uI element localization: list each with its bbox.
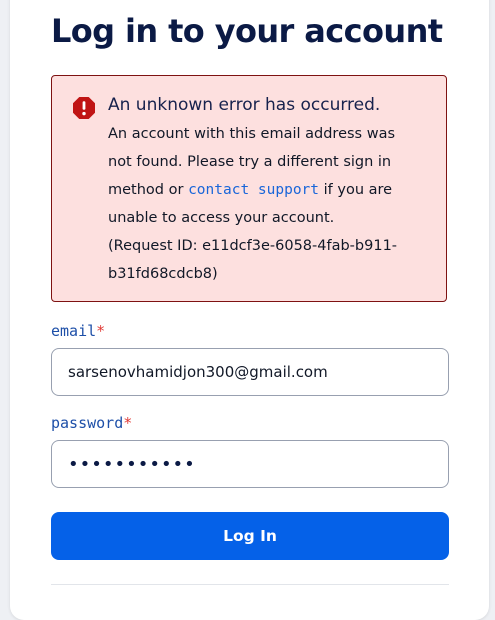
page-title: Log in to your account	[51, 12, 443, 50]
alert-line: not found. Please try a different sign i…	[108, 154, 392, 170]
divider	[51, 584, 449, 585]
request-id-text: (Request ID: e11dcf3e-6058-4fab-b911-	[108, 238, 398, 254]
password-field[interactable]	[51, 440, 449, 488]
alert-line: An account with this email address was	[108, 126, 396, 142]
error-octagon-icon	[73, 97, 95, 119]
contact-support-link[interactable]: contact support	[188, 182, 319, 198]
alert-line: unable to access your account.	[108, 210, 335, 226]
password-label-text: password	[51, 414, 124, 432]
email-field[interactable]	[51, 348, 449, 396]
password-label: password*	[51, 414, 132, 432]
email-label-text: email	[51, 322, 97, 340]
alert-line-with-link: method or contact support if you are	[108, 176, 438, 204]
alert-text: if you are	[319, 182, 393, 198]
error-alert: An unknown error has occurred. An accoun…	[51, 75, 447, 302]
required-marker: *	[123, 414, 133, 432]
alert-message: An account with this email address was n…	[108, 120, 438, 288]
alert-heading: An unknown error has occurred.	[108, 95, 381, 115]
request-id-text: b31fd68cdcb8)	[108, 266, 218, 282]
required-marker: *	[96, 322, 106, 340]
email-label: email*	[51, 322, 105, 340]
login-button[interactable]: Log In	[51, 512, 449, 560]
alert-text: method or	[108, 182, 189, 198]
